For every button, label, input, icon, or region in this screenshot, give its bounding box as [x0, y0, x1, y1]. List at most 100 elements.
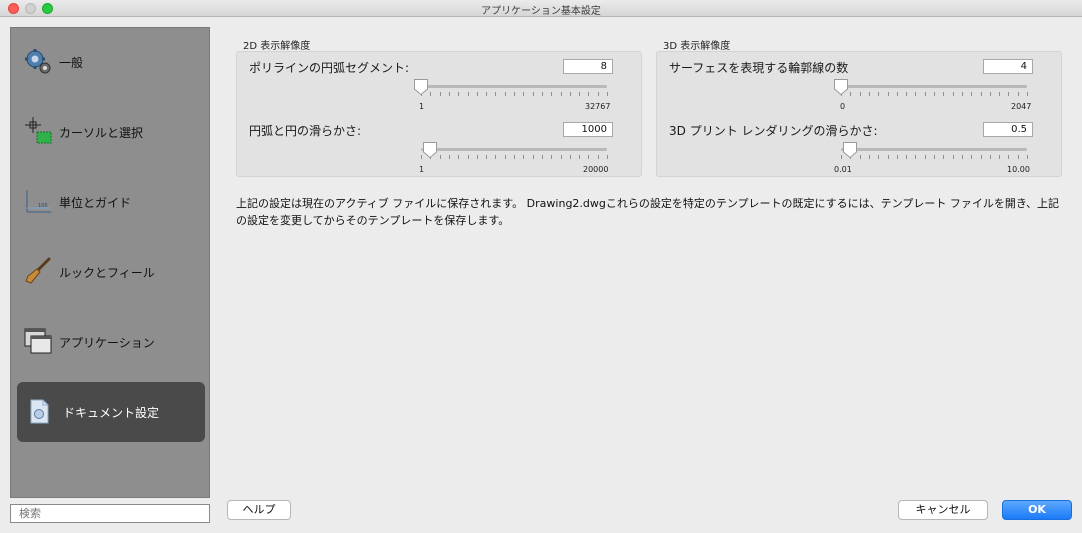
print3d-max-label: 10.00	[1007, 165, 1030, 174]
slider-thumb[interactable]	[422, 141, 438, 159]
slider-tick	[906, 92, 908, 96]
slider-tick	[448, 92, 450, 96]
circle-smoothness-input[interactable]	[563, 122, 613, 137]
circle-smoothness-label: 円弧と円の滑らかさ:	[249, 124, 362, 138]
polyline-segments-input[interactable]	[563, 59, 613, 74]
slider-thumb[interactable]	[842, 141, 858, 159]
group-3d-resolution: サーフェスを表現する輪郭線の数 0 2047 3D プリント レンダリングの滑ら…	[656, 51, 1062, 177]
slider-tick	[943, 92, 945, 96]
search-input[interactable]	[10, 504, 210, 523]
slider-tick	[504, 92, 506, 96]
sidebar-item-look[interactable]: ルックとフィール	[17, 242, 205, 302]
slider-tick	[896, 92, 898, 96]
slider-tick	[887, 92, 889, 96]
slider-tick	[1027, 155, 1028, 159]
slider-track[interactable]	[421, 148, 607, 151]
polyline-segments-slider[interactable]	[413, 77, 613, 107]
slider-tick	[878, 92, 880, 96]
slider-tick	[989, 92, 991, 96]
slider-tick	[850, 92, 852, 96]
contour-lines-slider[interactable]	[833, 77, 1033, 107]
slider-thumb[interactable]	[413, 78, 429, 96]
sidebar-item-label: アプリケーション	[59, 336, 155, 350]
help-button[interactable]: ヘルプ	[227, 500, 291, 520]
slider-track[interactable]	[841, 85, 1027, 88]
print3d-min-label: 0.01	[834, 165, 852, 174]
slider-tick	[961, 155, 963, 159]
slider-tick	[467, 92, 469, 96]
slider-tick	[579, 92, 581, 96]
slider-tick	[532, 92, 534, 96]
sidebar-item-application[interactable]: アプリケーション	[17, 312, 205, 372]
slider-tick	[495, 155, 497, 159]
circle-min-label: 1	[419, 165, 425, 174]
slider-tick	[448, 155, 450, 159]
slider-tick	[859, 92, 861, 96]
polyline-segments-label: ポリラインの円弧セグメント:	[249, 61, 410, 75]
sidebar-item-cursor[interactable]: カーソルと選択	[17, 102, 205, 162]
group-title-3d: 3D 表示解像度	[663, 41, 731, 52]
slider-tick	[924, 155, 926, 159]
slider-tick	[541, 92, 543, 96]
slider-tick	[868, 92, 870, 96]
sidebar-item-document-settings[interactable]: ドキュメント設定	[17, 382, 205, 442]
slider-track[interactable]	[841, 148, 1027, 151]
group-2d-resolution: ポリラインの円弧セグメント: 1 32767 円弧と円の滑らかさ: 1 2000…	[236, 51, 642, 177]
slider-tick	[458, 155, 460, 159]
slider-tick	[541, 155, 543, 159]
slider-tick	[934, 92, 935, 96]
slider-tick	[439, 155, 441, 159]
sidebar: 一般 カーソルと選択 100 単位とガイド ルックとフィール アプリケーション …	[10, 27, 210, 498]
slider-tick	[906, 155, 908, 159]
slider-tick	[934, 155, 935, 159]
sidebar-item-label: 単位とガイド	[59, 196, 132, 210]
slider-tick	[859, 155, 861, 159]
slider-tick	[896, 155, 898, 159]
units-guide-icon: 100	[26, 190, 51, 213]
slider-tick	[476, 155, 478, 159]
sidebar-item-units[interactable]: 100 単位とガイド	[17, 172, 205, 232]
contour-lines-input[interactable]	[983, 59, 1033, 74]
slider-tick	[980, 92, 982, 96]
gears-icon	[25, 49, 51, 74]
contour-max-label: 2047	[1011, 102, 1032, 111]
print3d-smoothness-input[interactable]	[983, 122, 1033, 137]
circle-max-label: 20000	[583, 165, 609, 174]
slider-tick	[915, 92, 917, 96]
print3d-smoothness-slider[interactable]	[835, 140, 1033, 170]
slider-tick	[551, 92, 553, 96]
cursor-select-icon	[25, 117, 52, 144]
group-title-2d: 2D 表示解像度	[243, 41, 311, 52]
slider-tick	[514, 155, 515, 159]
slider-tick	[999, 92, 1001, 96]
slider-tick	[467, 155, 469, 159]
slider-tick	[915, 155, 917, 159]
slider-tick	[458, 92, 460, 96]
print3d-smoothness-label: 3D プリント レンダリングの滑らかさ:	[669, 124, 878, 138]
slider-tick	[597, 92, 599, 96]
slider-tick	[607, 155, 608, 159]
ok-button[interactable]: OK	[1002, 500, 1072, 520]
slider-tick	[569, 155, 571, 159]
slider-tick	[551, 155, 553, 159]
slider-tick	[1017, 92, 1019, 96]
slider-thumb[interactable]	[833, 78, 849, 96]
slider-tick	[439, 92, 441, 96]
sidebar-item-general[interactable]: 一般	[17, 32, 205, 92]
sidebar-item-label: 一般	[59, 56, 84, 70]
contour-lines-label: サーフェスを表現する輪郭線の数	[669, 61, 849, 75]
slider-tick	[887, 155, 889, 159]
slider-tick	[588, 155, 590, 159]
slider-tick	[1008, 155, 1010, 159]
slider-tick	[924, 92, 926, 96]
slider-tick	[952, 92, 954, 96]
slider-tick	[532, 155, 534, 159]
document-icon	[30, 399, 49, 424]
slider-track[interactable]	[421, 85, 607, 88]
slider-tick	[1008, 92, 1010, 96]
window-title: アプリケーション基本設定	[481, 6, 601, 17]
slider-tick	[430, 92, 432, 96]
slider-tick	[486, 155, 488, 159]
slider-tick	[523, 92, 525, 96]
cancel-button[interactable]: キャンセル	[898, 500, 988, 520]
